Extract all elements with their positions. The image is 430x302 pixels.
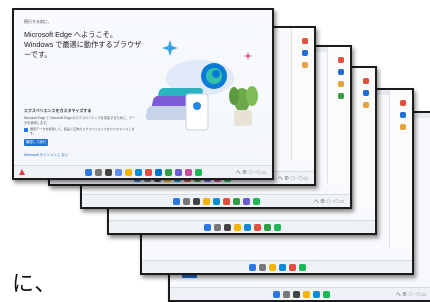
settings-icon[interactable] [242,197,250,205]
calendar-icon[interactable] [184,168,192,176]
caption-text: に、 [12,272,58,297]
sidebar-app-icon[interactable] [400,112,406,118]
edge-welcome-window: 続行する前に、 Microsoft Edge へようこそ。Windows で最適… [12,8,274,180]
sidebar-app-icon[interactable] [400,100,406,106]
system-tray[interactable]: へ ⊕ ☁ ◁ ▭ [314,198,344,205]
store-icon[interactable] [144,168,152,176]
file-explorer-icon[interactable] [233,223,241,231]
sidebar-app-icon[interactable] [363,90,369,96]
taskbar [142,260,412,273]
customize-description: Microsoft Edge と Microsoft Edge のエクスペリエン… [24,116,136,125]
search-icon[interactable] [258,263,266,271]
edge-icon[interactable] [134,168,142,176]
edge-sidebar [327,47,350,183]
task-view-icon[interactable] [292,290,300,298]
search-icon[interactable] [94,168,102,176]
windows-start-icon[interactable] [203,223,211,231]
sidebar-app-icon[interactable] [302,50,308,56]
windows-start-icon[interactable] [172,197,180,205]
mail-icon[interactable] [154,168,162,176]
sidebar-app-icon[interactable] [363,78,369,84]
sidebar-app-icon[interactable] [338,93,344,99]
sidebar-app-icon[interactable] [338,69,344,75]
system-tray[interactable]: へ ⊕ ☁ ◁ ▭ [236,169,266,176]
system-tray[interactable]: へ ⊕ ☁ ◁ ▭ [396,291,426,298]
file-explorer-icon[interactable] [202,197,210,205]
cursor-flag-icon [19,169,25,175]
data-consent-label: 閲覧データを使用して、製品と広告のエクスペリエンスをカスタマイズします。 [30,127,135,136]
confirm-continue-button[interactable]: 確認して続行 [24,139,48,146]
file-explorer-icon[interactable] [302,290,310,298]
system-tray[interactable]: へ ⊕ ☁ ◁ ▭ [278,175,308,182]
windows-start-icon[interactable] [248,263,256,271]
task-view-icon[interactable] [223,223,231,231]
data-consent-checkbox[interactable] [24,128,28,132]
taskbar: へ ⊕ ☁ ◁ ▭ [170,287,430,300]
taskbar [109,220,375,233]
spotify-icon[interactable] [194,168,202,176]
customize-heading: エクスペリエンスをカスタマイズする [24,108,92,113]
sparkle-icon [244,52,252,60]
sidebar-app-icon[interactable] [338,81,344,87]
screenshot-stack: へ ⊕ ☁ ◁ ▭ へ ⊕ ☁ ◁ ▭ へ ⊕ ☁ ◁ ▭ 続行する前に、 Mi… [0,0,430,302]
store-icon[interactable] [253,223,261,231]
welcome-illustration [145,40,258,131]
file-explorer-icon[interactable] [268,263,276,271]
search-icon[interactable] [182,197,190,205]
plant-icon [229,86,258,126]
search-icon[interactable] [282,290,290,298]
edge-sidebar [389,90,412,249]
edge-icon[interactable] [278,263,286,271]
window-content: 続行する前に、 Microsoft Edge へようこそ。Windows で最適… [14,10,272,166]
sidebar-app-icon[interactable] [302,62,308,68]
sparkle-icon [162,40,178,56]
taskbar: へ ⊕ ☁ ◁ ▭ [82,194,350,207]
file-explorer-icon[interactable] [124,168,132,176]
windows-start-icon[interactable] [84,168,92,176]
sidebar-app-icon[interactable] [302,38,308,44]
sidebar-app-icon[interactable] [338,57,344,63]
sidebar-app-icon[interactable] [400,124,406,130]
spotify-icon[interactable] [298,263,306,271]
phone-illustration [185,93,209,131]
edge-sidebar [291,28,314,160]
photos-icon[interactable] [164,168,172,176]
welcome-prelude: 続行する前に、 [24,19,52,24]
spotify-icon[interactable] [322,290,330,298]
edge-icon[interactable] [212,197,220,205]
edge-icon[interactable] [243,223,251,231]
store-icon[interactable] [222,197,230,205]
search-icon[interactable] [213,223,221,231]
welcome-title: Microsoft Edge へようこそ。Windows で最適に動作するブラウ… [24,30,142,59]
store-icon[interactable] [288,263,296,271]
taskbar: へ ⊕ ☁ ◁ ▭ [14,165,272,178]
photos-icon[interactable] [263,223,271,231]
settings-icon[interactable] [174,168,182,176]
windows-start-icon[interactable] [272,290,280,298]
sidebar-app-icon[interactable] [363,102,369,108]
sign-in-link[interactable]: Microsoft サインインしない [24,153,68,158]
photos-icon[interactable] [232,197,240,205]
spotify-icon[interactable] [252,197,260,205]
widgets-icon[interactable] [114,168,122,176]
task-view-icon[interactable] [192,197,200,205]
spotify-icon[interactable] [273,223,281,231]
edge-sidebar [352,68,375,209]
task-view-icon[interactable] [104,168,112,176]
edge-icon[interactable] [312,290,320,298]
